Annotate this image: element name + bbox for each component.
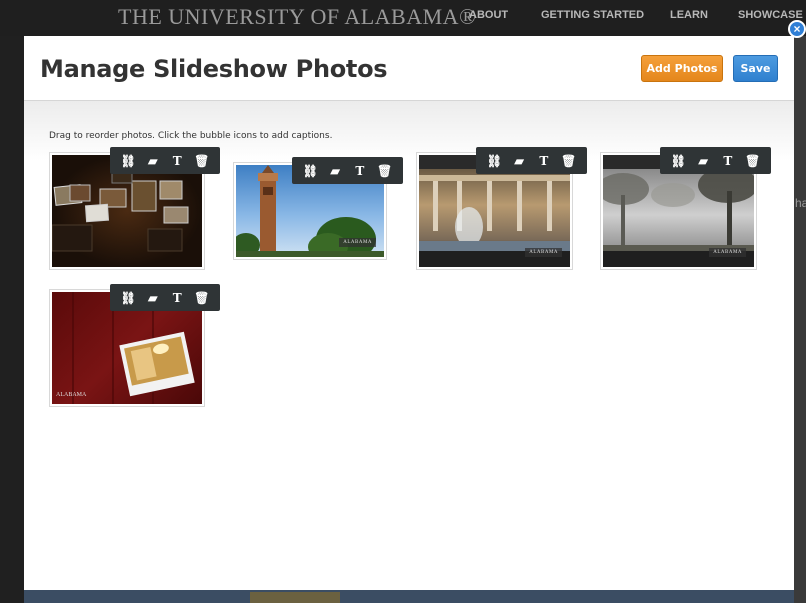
site-header-background: THE UNIVERSITY OF ALABAMA® ABOUT GETTING…	[0, 0, 806, 36]
trash-icon[interactable]: 🗑	[744, 152, 762, 170]
modal-body: Drag to reorder photos. Click the bubble…	[24, 101, 794, 590]
photo-watermark: ALABAMA	[339, 238, 376, 247]
background-right-edge	[794, 36, 806, 603]
title-text-icon[interactable]: T	[168, 289, 186, 307]
modal-header: Manage Slideshow Photos Add Photos Save	[24, 36, 794, 101]
nav-getting-started[interactable]: GETTING STARTED	[541, 9, 644, 21]
link-icon[interactable]: ⛓	[119, 152, 137, 170]
close-modal-button[interactable]: ×	[788, 20, 806, 38]
photo-toolbar: ⛓ ▰ T 🗑	[110, 284, 220, 311]
trash-icon[interactable]: 🗑	[560, 152, 578, 170]
background-left-edge	[0, 36, 24, 603]
photo-watermark: ALABAMA	[525, 248, 562, 257]
title-text-icon[interactable]: T	[535, 152, 553, 170]
link-icon[interactable]: ⛓	[119, 289, 137, 307]
trash-icon[interactable]: 🗑	[193, 152, 211, 170]
nav-learn[interactable]: LEARN	[670, 9, 708, 21]
photo-toolbar: ⛓ ▰ T 🗑	[660, 147, 771, 174]
title-text-icon[interactable]: T	[719, 152, 737, 170]
add-photos-button[interactable]: Add Photos	[641, 55, 723, 82]
background-bottom-image	[250, 592, 340, 603]
photo-watermark: ALABAMA	[56, 392, 87, 398]
link-icon[interactable]: ⛓	[485, 152, 503, 170]
photo-watermark: ALABAMA	[709, 248, 746, 257]
caption-bubble-icon[interactable]: ▰	[144, 289, 162, 307]
instructions-text: Drag to reorder photos. Click the bubble…	[49, 131, 333, 141]
caption-bubble-icon[interactable]: ▰	[144, 152, 162, 170]
trash-icon[interactable]: 🗑	[193, 289, 211, 307]
link-icon[interactable]: ⛓	[301, 162, 319, 180]
manage-photos-modal: Manage Slideshow Photos Add Photos Save …	[24, 36, 794, 590]
nav-about[interactable]: ABOUT	[469, 9, 508, 21]
photo-toolbar: ⛓ ▰ T 🗑	[476, 147, 587, 174]
caption-bubble-icon[interactable]: ▰	[694, 152, 712, 170]
modal-title: Manage Slideshow Photos	[40, 55, 388, 83]
link-icon[interactable]: ⛓	[669, 152, 687, 170]
background-peek-text: ha	[795, 196, 806, 210]
save-button[interactable]: Save	[733, 55, 778, 82]
title-text-icon[interactable]: T	[351, 162, 369, 180]
trash-icon[interactable]: 🗑	[376, 162, 394, 180]
caption-bubble-icon[interactable]: ▰	[326, 162, 344, 180]
photo-toolbar: ⛓ ▰ T 🗑	[110, 147, 220, 174]
background-bottom-strip	[24, 590, 794, 603]
nav-showcase[interactable]: SHOWCASE	[738, 9, 803, 21]
caption-bubble-icon[interactable]: ▰	[510, 152, 528, 170]
title-text-icon[interactable]: T	[168, 152, 186, 170]
site-logo: THE UNIVERSITY OF ALABAMA®	[118, 4, 477, 29]
photo-toolbar: ⛓ ▰ T 🗑	[292, 157, 403, 184]
